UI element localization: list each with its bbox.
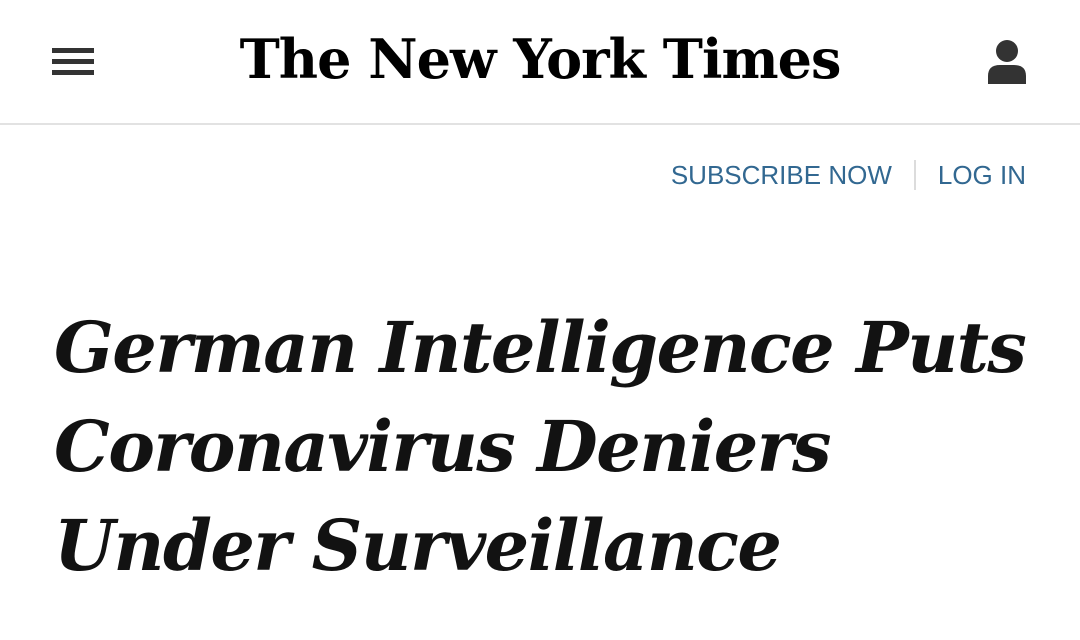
log-in-link[interactable]: LOG IN	[938, 160, 1026, 191]
masthead: The New York Times	[0, 0, 1080, 125]
auth-links: SUBSCRIBE NOW LOG IN	[671, 158, 1026, 192]
subscribe-now-link[interactable]: SUBSCRIBE NOW	[671, 160, 892, 191]
link-divider	[913, 160, 916, 190]
site-logo[interactable]: The New York Times	[0, 22, 1080, 96]
article-headline: German Intelligence Puts Coronavirus Den…	[54, 306, 1027, 587]
user-account-icon[interactable]	[986, 38, 1028, 84]
